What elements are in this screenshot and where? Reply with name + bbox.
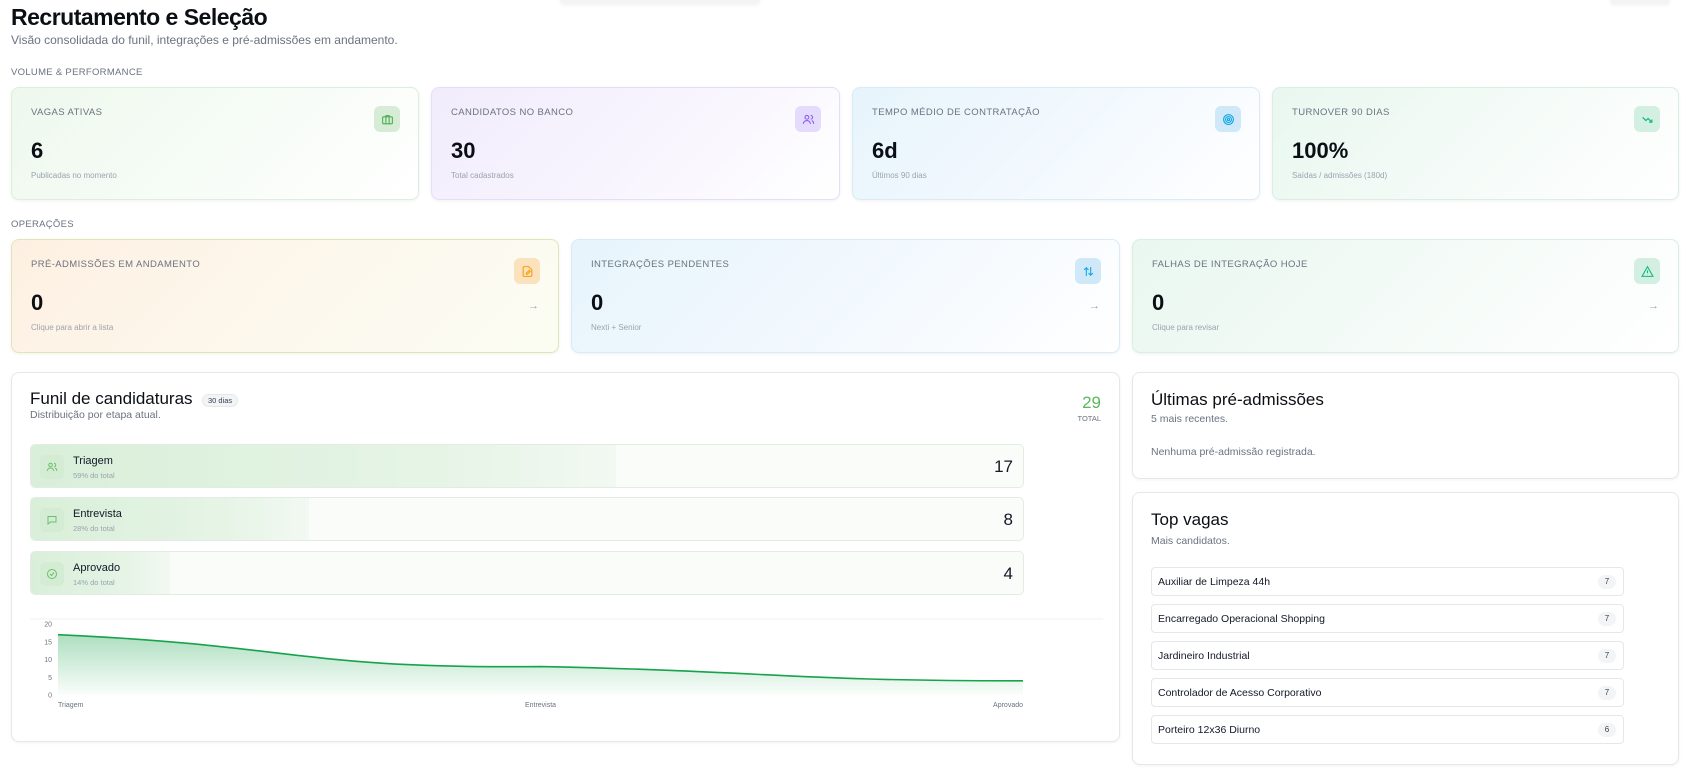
funnel-stage-pct: 59% do total (73, 471, 115, 480)
funnel-stage-pct: 28% do total (73, 524, 115, 533)
target-icon (1215, 106, 1241, 132)
funnel-stage-name: Entrevista (73, 508, 122, 520)
kpi-label: CANDIDATOS NO BANCO (451, 107, 574, 118)
ultimas-preadmissoes-panel: Últimas pré-admissões 5 mais recentes. N… (1132, 372, 1679, 479)
vaga-name: Encarregado Operacional Shopping (1158, 613, 1325, 625)
vaga-name: Jardineiro Industrial (1158, 650, 1250, 662)
x-tick-label: Aprovado (993, 702, 1023, 709)
funnel-stage-name: Aprovado (73, 562, 121, 574)
kpi-caption: Publicadas no momento (31, 171, 117, 180)
kpi-value: 6d (872, 138, 898, 163)
trending-down-icon (1634, 106, 1660, 132)
y-tick-label: 20 (44, 622, 52, 629)
ultimas-empty-message: Nenhuma pré-admissão registrada. (1151, 446, 1316, 458)
funnel-panel: Funil de candidaturas 30 dias Distribuiç… (11, 372, 1120, 742)
funnel-stage-entrevista[interactable]: Entrevista 28% do total 8 (30, 497, 1024, 541)
funnel-stage-pct: 14% do total (73, 578, 115, 587)
funnel-subtitle: Distribuição por etapa atual. (30, 409, 161, 421)
ops-card-pre-admissoes[interactable]: PRÉ-ADMISSÕES EM ANDAMENTO 0 Clique para… (11, 239, 559, 353)
vaga-count-badge: 7 (1598, 575, 1616, 589)
funnel-stage-triagem[interactable]: Triagem 59% do total 17 (30, 444, 1024, 488)
kpi-value: 0 (591, 290, 604, 315)
top-scroll-edge (1610, 0, 1670, 3)
y-tick-label: 15 (44, 639, 52, 646)
kpi-label: FALHAS DE INTEGRAÇÃO HOJE (1152, 259, 1308, 270)
kpi-value: 100% (1292, 138, 1349, 163)
ultimas-subtitle: 5 mais recentes. (1151, 413, 1229, 425)
kpi-card-turnover[interactable]: TURNOVER 90 DIAS 100% Saídas / admissões… (1272, 87, 1679, 200)
top-vagas-panel: Top vagas Mais candidatos. Auxiliar de L… (1132, 492, 1679, 765)
funnel-stage-count: 17 (994, 457, 1013, 476)
funnel-total-label: TOTAL (1077, 414, 1101, 423)
vaga-count-badge: 7 (1598, 649, 1616, 663)
kpi-caption: Últimos 90 dias (872, 171, 927, 180)
top-scroll-edge (560, 0, 760, 3)
funnel-stage-aprovado[interactable]: Aprovado 14% do total 4 (30, 551, 1024, 595)
vaga-name: Auxiliar de Limpeza 44h (1158, 576, 1271, 588)
ultimas-title: Últimas pré-admissões (1151, 390, 1324, 409)
arrow-right-icon[interactable]: → (1648, 300, 1659, 312)
x-tick-label: Triagem (58, 702, 84, 709)
vaga-name: Porteiro 12x36 Diurno (1158, 724, 1261, 736)
funnel-fill (31, 445, 617, 487)
arrow-right-icon[interactable]: → (528, 300, 539, 312)
kpi-caption: Clique para revisar (1152, 323, 1220, 332)
vaga-name: Controlador de Acesso Corporativo (1158, 687, 1322, 699)
kpi-caption: Clique para abrir a lista (31, 323, 114, 332)
vaga-count-badge: 6 (1598, 723, 1616, 737)
section-label-operacoes: OPERAÇÕES (11, 219, 74, 230)
arrow-right-icon[interactable]: → (1089, 300, 1100, 312)
funnel-stage-count: 8 (1003, 510, 1013, 529)
ops-card-falhas-integracao[interactable]: FALHAS DE INTEGRAÇÃO HOJE 0 Clique para … (1132, 239, 1679, 353)
ops-card-integracoes-pendentes[interactable]: INTEGRAÇÕES PENDENTES 0 Nexti + Senior → (571, 239, 1120, 353)
warning-icon (1634, 258, 1660, 284)
kpi-caption: Saídas / admissões (180d) (1292, 171, 1388, 180)
kpi-value: 6 (31, 138, 44, 163)
chat-icon (40, 508, 64, 532)
kpi-label: VAGAS ATIVAS (31, 107, 103, 118)
top-vagas-subtitle: Mais candidatos. (1151, 535, 1230, 547)
kpi-label: PRÉ-ADMISSÕES EM ANDAMENTO (31, 259, 201, 270)
vaga-item[interactable]: Porteiro 12x36 Diurno 6 (1151, 715, 1624, 744)
page-title: Recrutamento e Seleção (11, 4, 268, 30)
funnel-total-value: 29 (1082, 393, 1101, 412)
y-tick-label: 10 (44, 657, 52, 664)
kpi-value: 0 (31, 290, 44, 315)
kpi-caption: Nexti + Senior (591, 323, 642, 332)
y-tick-label: 5 (48, 675, 52, 682)
x-tick-label: Entrevista (525, 702, 556, 709)
kpi-value: 30 (451, 138, 476, 163)
y-tick-label: 0 (48, 693, 52, 700)
vaga-item[interactable]: Controlador de Acesso Corporativo 7 (1151, 678, 1624, 707)
arrows-swap-icon (1075, 258, 1101, 284)
funnel-title: Funil de candidaturas (30, 389, 193, 408)
edit-document-icon (514, 258, 540, 284)
funnel-stage-name: Triagem (73, 455, 113, 467)
kpi-label: TEMPO MÉDIO DE CONTRATAÇÃO (872, 107, 1040, 118)
vaga-item[interactable]: Encarregado Operacional Shopping 7 (1151, 604, 1624, 633)
funnel-area-chart: 20 15 10 5 0 Triagem Entrevista Aprovado (30, 618, 1103, 709)
top-vagas-title: Top vagas (1151, 510, 1229, 529)
kpi-label: INTEGRAÇÕES PENDENTES (591, 259, 730, 270)
kpi-card-candidatos[interactable]: CANDIDATOS NO BANCO 30 Total cadastrados (431, 87, 840, 200)
period-badge: 30 dias (202, 394, 239, 407)
kpi-label: TURNOVER 90 DIAS (1292, 107, 1390, 118)
users-icon (795, 106, 821, 132)
users-icon (40, 455, 64, 479)
kpi-caption: Total cadastrados (451, 171, 514, 180)
briefcase-icon (374, 106, 400, 132)
vaga-item[interactable]: Auxiliar de Limpeza 44h 7 (1151, 567, 1624, 596)
vaga-count-badge: 7 (1598, 612, 1616, 626)
kpi-card-vagas-ativas[interactable]: VAGAS ATIVAS 6 Publicadas no momento (11, 87, 419, 200)
section-label-volume: VOLUME & PERFORMANCE (11, 67, 143, 78)
funnel-stage-count: 4 (1003, 564, 1013, 583)
chart-area-fill (58, 634, 1023, 695)
kpi-card-tempo-medio[interactable]: TEMPO MÉDIO DE CONTRATAÇÃO 6d Últimos 90… (852, 87, 1260, 200)
page-subtitle: Visão consolidada do funil, integrações … (11, 33, 398, 47)
vaga-count-badge: 7 (1598, 686, 1616, 700)
kpi-value: 0 (1152, 290, 1165, 315)
vaga-item[interactable]: Jardineiro Industrial 7 (1151, 641, 1624, 670)
check-circle-icon (40, 562, 64, 586)
